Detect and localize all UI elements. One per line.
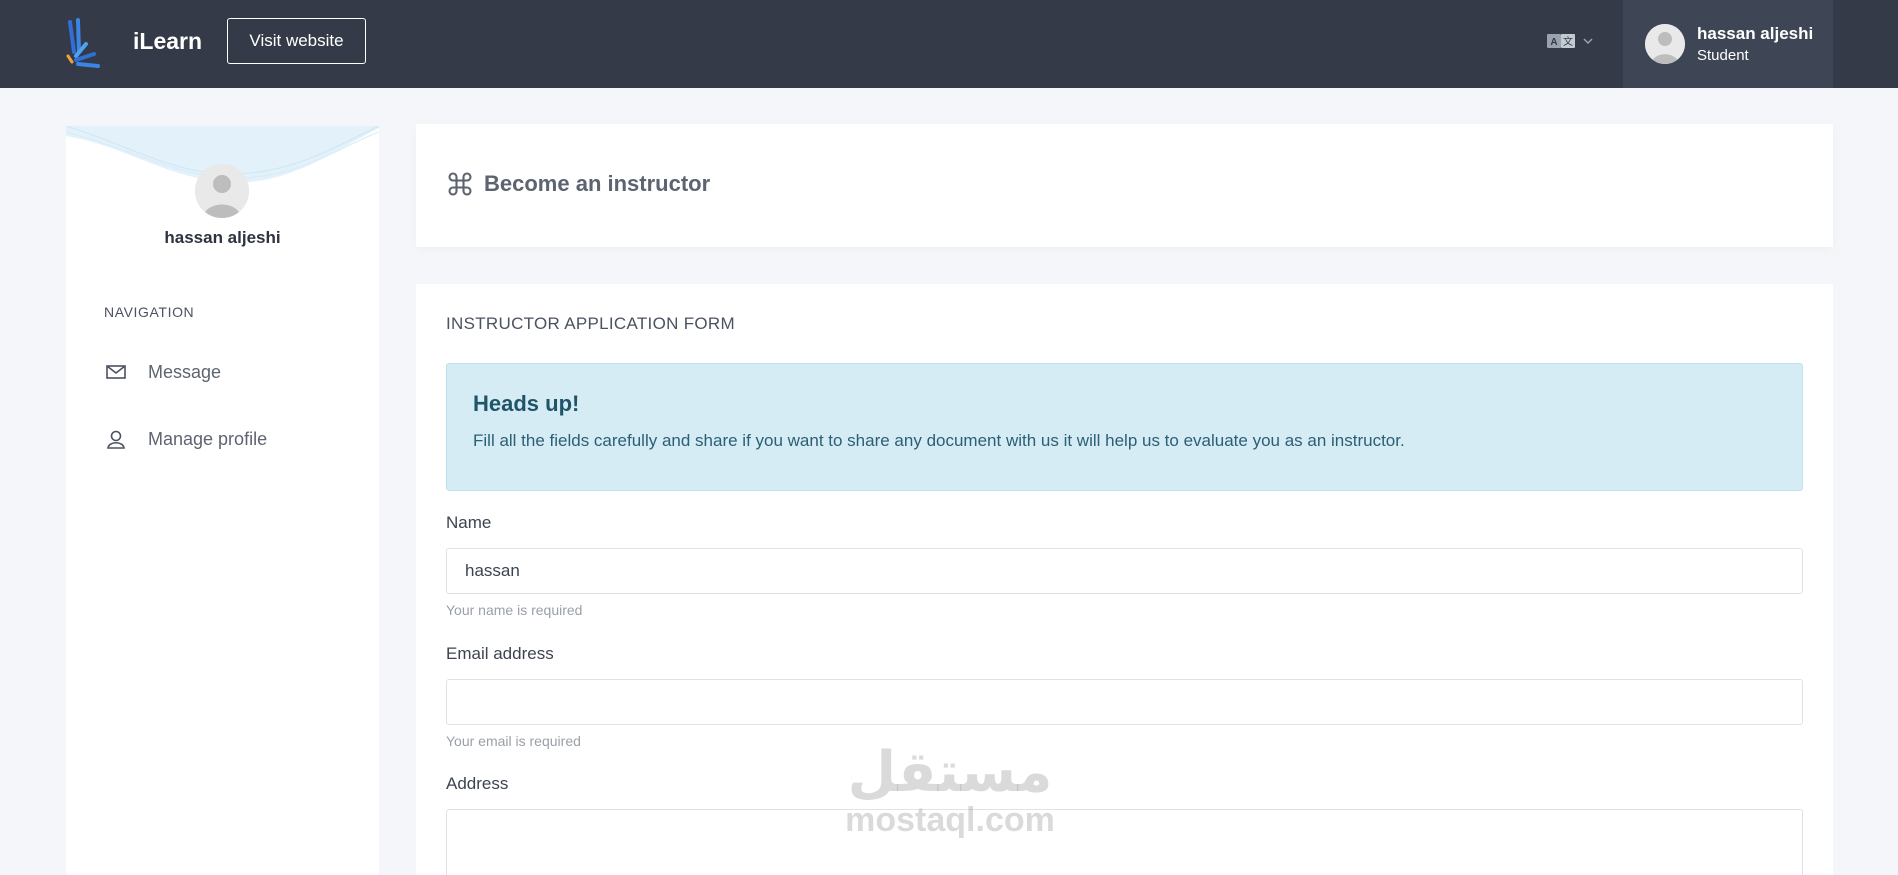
name-help-text: Your name is required [446,602,583,618]
ilearn-logo-icon[interactable] [64,18,112,70]
sidebar: hassan aljeshi NAVIGATION Message Manage… [66,126,379,875]
profile-name: hassan aljeshi [164,228,281,247]
watermark: مستقل mostaql.com [830,740,1070,840]
name-label: Name [446,513,492,532]
sidebar-item-label: Manage profile [148,428,268,449]
language-switcher[interactable]: A 文 [1547,32,1593,50]
command-icon [448,172,472,196]
avatar[interactable] [195,164,249,218]
alert-title: Heads up! [473,391,580,416]
sidebar-item-label: Message [148,361,222,382]
email-help-text: Your email is required [446,733,581,749]
top-navbar: iLearn Visit website A 文 hassan aljeshi … [0,0,1898,88]
visit-website-button[interactable]: Visit website [227,18,366,64]
avatar [1645,24,1685,64]
alert-text: Fill all the fields carefully and share … [473,431,1405,450]
nav-heading: NAVIGATION [104,304,195,320]
sidebar-item-message[interactable]: Message [104,352,344,392]
user-menu[interactable]: hassan aljeshi Student [1623,0,1833,88]
translate-icon: A 文 [1547,34,1575,48]
page-title-text: Become an instructor [484,171,711,196]
watermark-latin: mostaql.com [845,801,1055,839]
instructor-application-form: INSTRUCTOR APPLICATION FORM Heads up! Fi… [416,284,1833,875]
page-title: Become an instructor [446,170,710,198]
sidebar-item-manage-profile[interactable]: Manage profile [104,419,344,459]
email-label: Email address [446,644,554,663]
brand-name[interactable]: iLearn [133,28,202,55]
page-title-card: Become an instructor [416,124,1833,247]
info-alert: Heads up! Fill all the fields carefully … [446,363,1803,491]
user-role: Student [1697,47,1749,64]
address-label: Address [446,774,509,793]
svg-text:A: A [1550,37,1557,48]
chevron-down-icon [1583,38,1593,45]
user-icon [104,427,128,451]
watermark-arabic: مستقل [847,740,1053,805]
svg-text:文: 文 [1563,35,1573,48]
user-name: hassan aljeshi [1697,24,1814,43]
email-input[interactable] [446,679,1803,725]
form-heading: INSTRUCTOR APPLICATION FORM [446,314,735,333]
address-textarea[interactable] [446,809,1803,875]
name-input[interactable] [446,548,1803,594]
envelope-icon [104,360,128,384]
